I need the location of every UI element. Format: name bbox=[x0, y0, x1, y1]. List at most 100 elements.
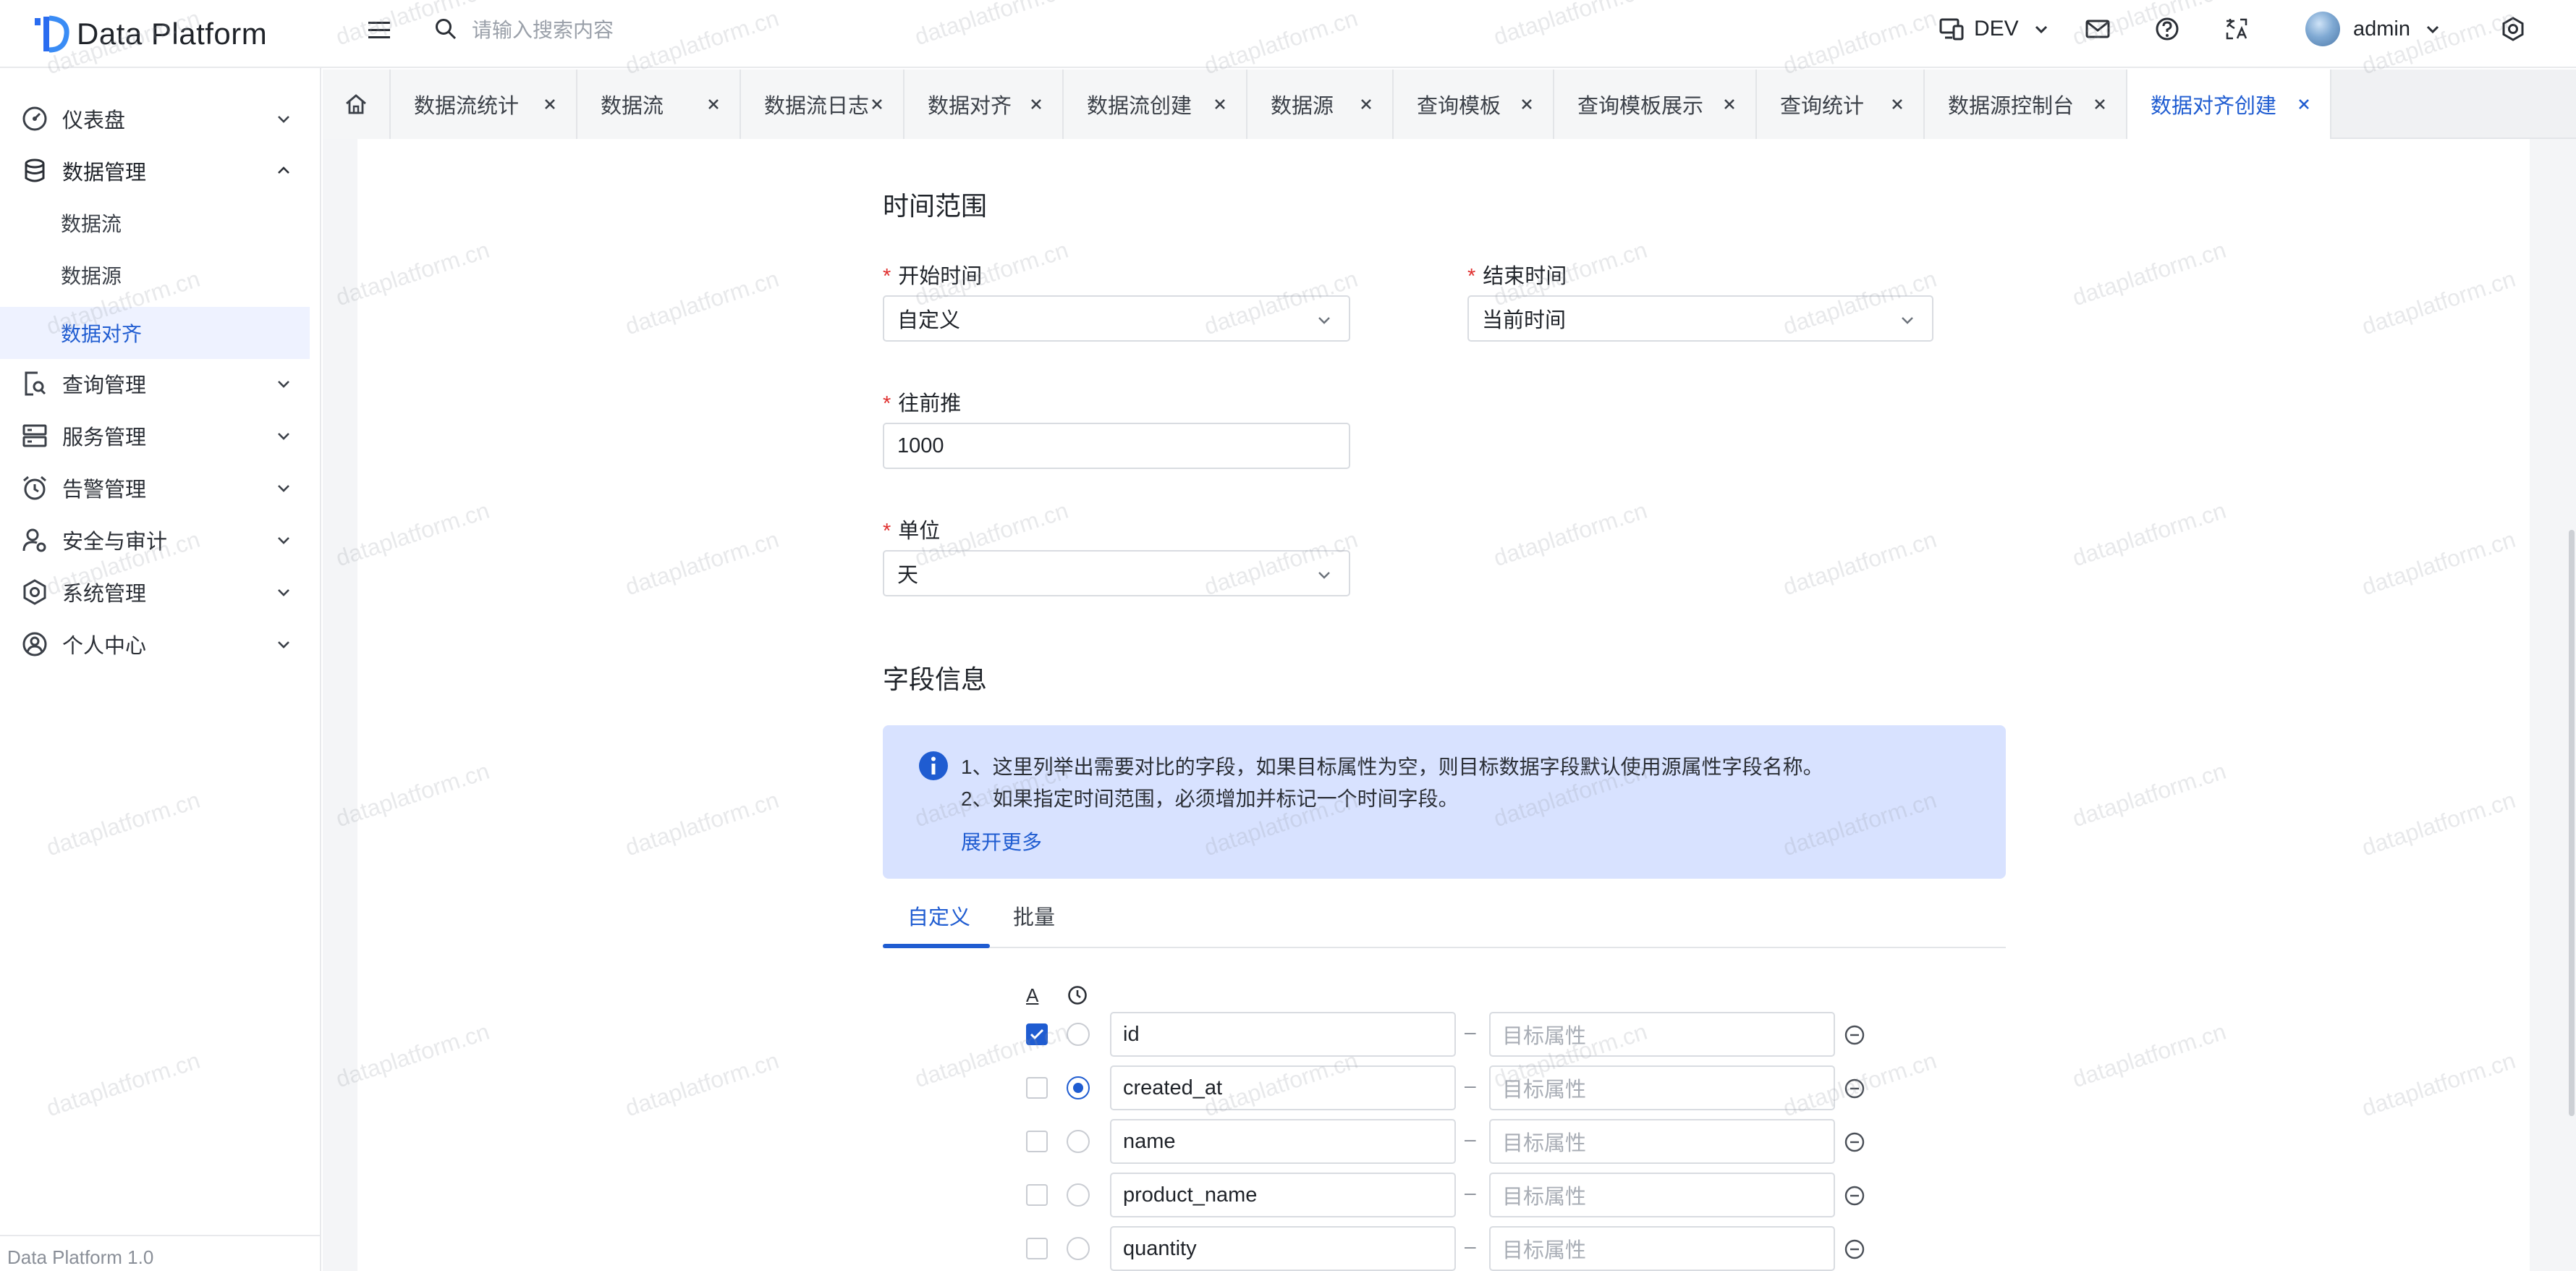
sidebar-item-system-management[interactable]: 系统管理 bbox=[0, 566, 310, 618]
target-attribute-input[interactable]: 目标属性 bbox=[1489, 1226, 1835, 1271]
remove-row-icon[interactable] bbox=[1844, 1185, 1865, 1207]
tab-item[interactable]: 数据源控制台 bbox=[1925, 69, 2127, 139]
sidebar-item-alarm-management[interactable]: 告警管理 bbox=[0, 462, 310, 514]
remove-row-icon[interactable] bbox=[1844, 1238, 1865, 1260]
sidebar-item-service-management[interactable]: 服务管理 bbox=[0, 410, 310, 462]
search-input[interactable]: 请输入搜索内容 bbox=[472, 14, 614, 43]
notice-line-1: 1、这里列举出需要对比的字段，如果目标属性为空，则目标数据字段默认使用源属性字段… bbox=[961, 756, 1823, 778]
tab-item[interactable]: 查询统计 bbox=[1757, 69, 1925, 139]
mail-icon[interactable] bbox=[2085, 13, 2110, 45]
close-icon[interactable] bbox=[1356, 94, 1376, 114]
sidebar-item-label: 系统管理 bbox=[62, 583, 147, 606]
tab-item[interactable]: 数据源 bbox=[1247, 69, 1394, 139]
sidebar-item-label: 安全与审计 bbox=[62, 531, 168, 554]
close-icon[interactable] bbox=[1517, 94, 1537, 114]
sidebar-subitem-label: 数据对齐 bbox=[61, 323, 143, 345]
sidebar-subitem-dataflow[interactable]: 数据流 bbox=[0, 197, 310, 249]
sidebar-item-label: 数据管理 bbox=[62, 161, 147, 185]
tab-item[interactable]: 数据流日志 bbox=[741, 69, 904, 139]
menu-toggle-icon[interactable] bbox=[366, 17, 392, 43]
scrollbar-thumb[interactable] bbox=[2569, 530, 2575, 1116]
row-select-checkbox[interactable] bbox=[1026, 1238, 1048, 1259]
env-selector[interactable]: DEV bbox=[1939, 13, 2049, 45]
close-icon[interactable] bbox=[867, 94, 887, 114]
row-select-checkbox[interactable] bbox=[1026, 1131, 1048, 1152]
input-placeholder: 目标属性 bbox=[1502, 1078, 1587, 1102]
remove-row-icon[interactable] bbox=[1844, 1131, 1865, 1153]
tab-item[interactable]: 数据对齐创建 bbox=[2127, 69, 2331, 139]
tab-item[interactable]: 查询模板 bbox=[1394, 69, 1554, 139]
info-icon bbox=[919, 751, 948, 780]
target-attribute-input[interactable]: 目标属性 bbox=[1489, 1012, 1835, 1057]
source-attribute-input[interactable]: created_at bbox=[1110, 1065, 1456, 1110]
close-icon[interactable] bbox=[2090, 94, 2110, 114]
row-select-checkbox[interactable] bbox=[1026, 1077, 1048, 1099]
row-time-field-radio[interactable] bbox=[1067, 1183, 1090, 1207]
user-name: admin bbox=[2353, 17, 2410, 41]
tab-item[interactable]: 查询模板展示 bbox=[1554, 69, 1757, 139]
tab-custom[interactable]: 自定义 bbox=[907, 900, 970, 931]
target-attribute-input[interactable]: 目标属性 bbox=[1489, 1173, 1835, 1217]
input-value: quantity bbox=[1123, 1236, 1197, 1260]
input-value: 1000 bbox=[897, 434, 944, 457]
close-icon[interactable] bbox=[1026, 94, 1046, 114]
sidebar-item-dashboard[interactable]: 仪表盘 bbox=[0, 93, 310, 145]
target-attribute-input[interactable]: 目标属性 bbox=[1489, 1065, 1835, 1110]
close-icon[interactable] bbox=[1210, 94, 1230, 114]
app-logo[interactable]: Data Platform bbox=[33, 10, 267, 58]
alarm-icon bbox=[20, 473, 49, 502]
close-icon[interactable] bbox=[703, 94, 724, 114]
end-time-label: * 结束时间 bbox=[1467, 259, 1567, 290]
tab-label: 数据源控制台 bbox=[1948, 95, 2075, 118]
target-attribute-input[interactable]: 目标属性 bbox=[1489, 1119, 1835, 1164]
close-icon[interactable] bbox=[2294, 94, 2314, 114]
sidebar-item-personal-center[interactable]: 个人中心 bbox=[0, 618, 310, 670]
source-attribute-input[interactable]: id bbox=[1110, 1012, 1456, 1057]
close-icon[interactable] bbox=[540, 94, 560, 114]
tab-item[interactable]: 数据流创建 bbox=[1064, 69, 1247, 139]
row-time-field-radio[interactable] bbox=[1067, 1076, 1090, 1099]
tab-item[interactable]: 数据对齐 bbox=[904, 69, 1064, 139]
label-text: 开始时间 bbox=[898, 265, 983, 288]
row-select-checkbox[interactable] bbox=[1026, 1023, 1048, 1045]
sidebar-subitem-datasource[interactable]: 数据源 bbox=[0, 249, 310, 301]
sidebar-item-label: 仪表盘 bbox=[62, 109, 126, 132]
sidebar-item-data-management[interactable]: 数据管理 bbox=[0, 145, 310, 197]
expand-more-link[interactable]: 展开更多 bbox=[961, 827, 1042, 856]
dashboard-icon bbox=[20, 104, 49, 133]
end-time-select[interactable]: 当前时间 bbox=[1467, 295, 1933, 342]
row-time-field-radio[interactable] bbox=[1067, 1130, 1090, 1153]
user-menu[interactable]: admin bbox=[2305, 12, 2441, 46]
row-time-field-radio[interactable] bbox=[1067, 1023, 1090, 1046]
chevron-down-icon bbox=[2035, 25, 2047, 34]
close-icon[interactable] bbox=[1719, 94, 1740, 114]
tab-item[interactable]: 数据流 bbox=[577, 69, 741, 139]
source-attribute-input[interactable]: product_name bbox=[1110, 1173, 1456, 1217]
remove-row-icon[interactable] bbox=[1844, 1024, 1865, 1046]
global-search[interactable]: 请输入搜索内容 bbox=[434, 13, 614, 45]
start-time-select[interactable]: 自定义 bbox=[883, 295, 1350, 342]
tab-batch[interactable]: 批量 bbox=[1013, 900, 1055, 931]
translate-icon[interactable] bbox=[2224, 13, 2249, 45]
sidebar-item-query-management[interactable]: 查询管理 bbox=[0, 358, 310, 410]
sidebar-item-label: 告警管理 bbox=[62, 478, 147, 502]
sidebar-subitem-data-alignment[interactable]: 数据对齐 bbox=[0, 307, 310, 359]
row-select-checkbox[interactable] bbox=[1026, 1184, 1048, 1206]
sidebar-item-security-audit[interactable]: 安全与审计 bbox=[0, 514, 310, 566]
source-attribute-input[interactable]: name bbox=[1110, 1119, 1456, 1164]
remove-row-icon[interactable] bbox=[1844, 1078, 1865, 1099]
app-root: dataplatform.cn dataplatform.cn dataplatfo… bbox=[0, 0, 2576, 1271]
lookback-input[interactable]: 1000 bbox=[883, 423, 1350, 469]
row-time-field-radio[interactable] bbox=[1067, 1237, 1090, 1260]
close-icon[interactable] bbox=[1887, 94, 1907, 114]
source-attribute-input[interactable]: quantity bbox=[1110, 1226, 1456, 1271]
chevron-down-icon bbox=[1902, 317, 1913, 324]
vertical-scrollbar[interactable] bbox=[2564, 139, 2576, 1271]
tab-label: 数据对齐 bbox=[928, 95, 1012, 118]
unit-select[interactable]: 天 bbox=[883, 550, 1350, 596]
tab-item[interactable]: 数据流统计 bbox=[391, 69, 577, 139]
help-icon[interactable] bbox=[2155, 13, 2179, 45]
notice-line-2: 2、如果指定时间范围，必须增加并标记一个时间字段。 bbox=[961, 787, 1459, 810]
home-tab[interactable] bbox=[323, 69, 391, 139]
settings-icon[interactable] bbox=[2501, 13, 2525, 45]
